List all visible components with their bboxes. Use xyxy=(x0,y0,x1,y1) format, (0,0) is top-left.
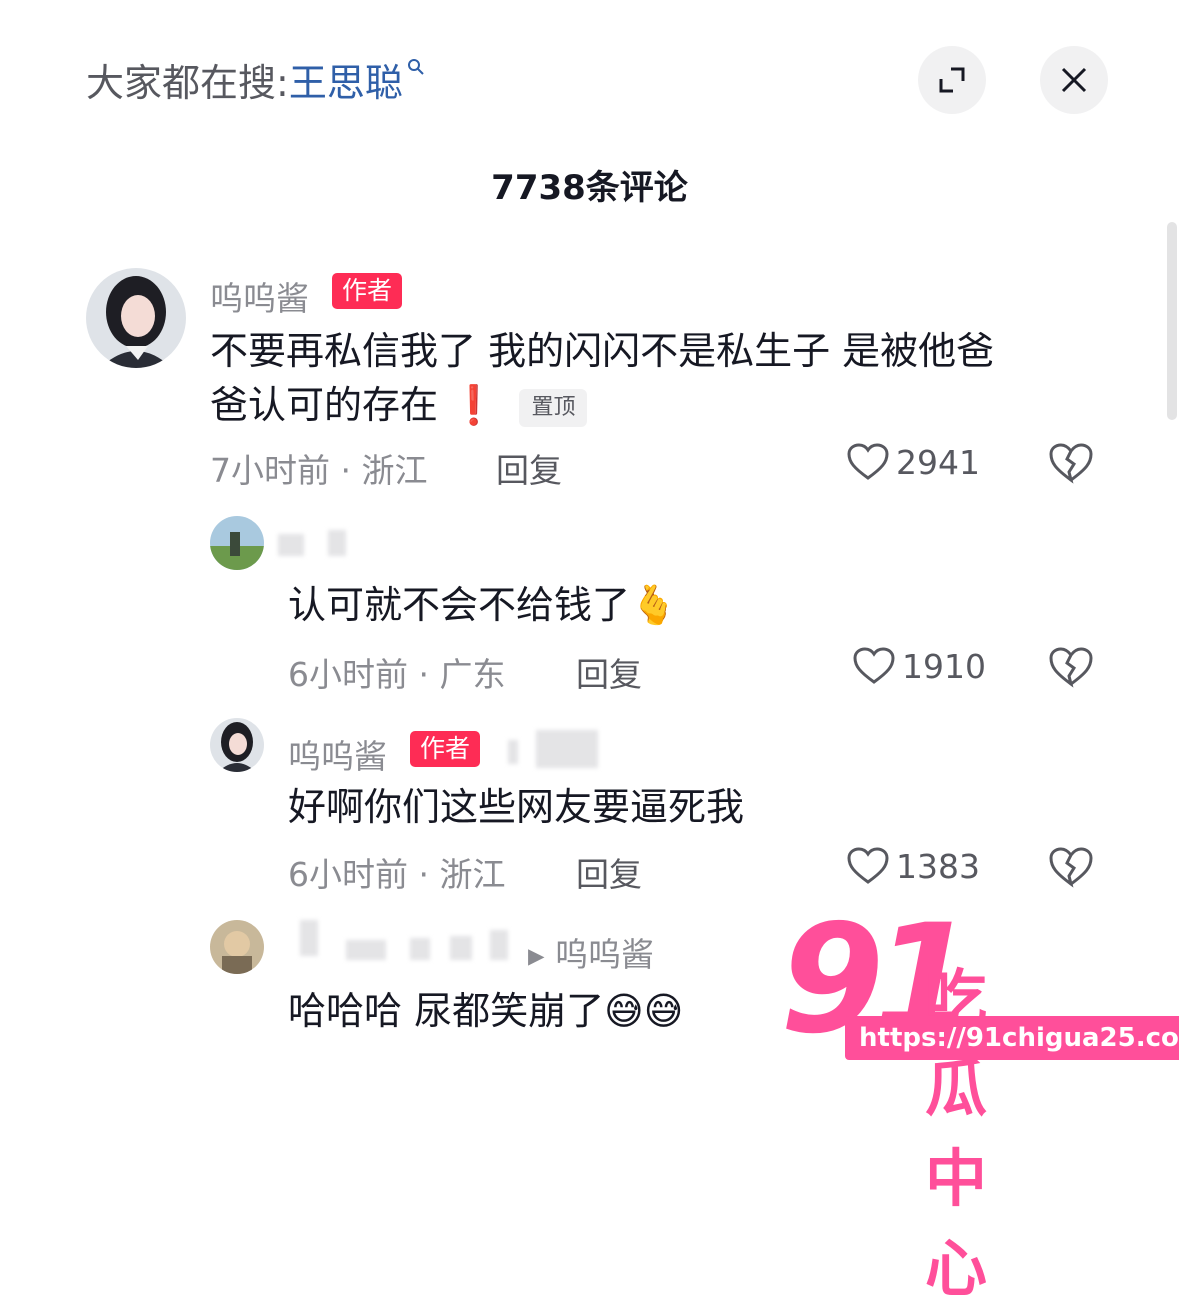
like-count: 1383 xyxy=(896,846,980,886)
redacted-username xyxy=(450,936,472,960)
watermark-url: https://91chigua25.com xyxy=(845,1016,1179,1060)
redacted-username xyxy=(490,930,508,960)
redacted-username xyxy=(278,534,304,556)
broken-heart-icon xyxy=(1049,647,1093,688)
dislike-button[interactable] xyxy=(1048,846,1094,892)
avatar[interactable] xyxy=(86,268,186,368)
emoji: 🫰 xyxy=(630,583,678,627)
reply-button[interactable]: 回复 xyxy=(576,848,642,896)
comment-text-content: 认可就不会不给钱了 xyxy=(288,583,631,627)
like-count: 2941 xyxy=(896,442,980,482)
watermark-name: 吃瓜中心 xyxy=(925,962,990,1305)
trending-search-term[interactable]: 王思聪 xyxy=(289,61,403,105)
reply-button[interactable]: 回复 xyxy=(576,648,642,696)
username[interactable]: 呜呜酱 xyxy=(210,272,309,320)
dislike-button[interactable] xyxy=(1048,646,1094,692)
comment-text-line: 不要再私信我了 我的闪闪不是私生子 是被他爸 xyxy=(210,329,995,373)
pinned-badge: 置顶 xyxy=(519,388,588,427)
dislike-button[interactable] xyxy=(1048,442,1094,488)
close-button[interactable] xyxy=(1040,46,1108,114)
author-badge: 作者 xyxy=(410,731,481,767)
emoji: 😅😅 xyxy=(604,989,684,1033)
redacted-username xyxy=(346,940,386,960)
trending-search[interactable]: 大家都在搜:王思聪 xyxy=(86,52,425,107)
redacted-username xyxy=(300,920,318,956)
like-button[interactable]: 2941 xyxy=(846,442,980,482)
broken-heart-icon xyxy=(1049,847,1093,888)
broken-heart-icon xyxy=(1049,443,1093,484)
like-button[interactable]: 1910 xyxy=(852,646,986,686)
close-icon xyxy=(1061,67,1087,93)
comment-text: 不要再私信我了 我的闪闪不是私生子 是被他爸 爸认可的存在 ❗ 置顶 xyxy=(210,324,1110,432)
trending-search-prefix: 大家都在搜: xyxy=(86,61,289,105)
scrollbar[interactable] xyxy=(1167,222,1177,420)
like-button[interactable]: 1383 xyxy=(846,846,980,886)
comment-text: 哈哈哈 尿都笑崩了😅😅 xyxy=(288,984,683,1038)
search-icon xyxy=(407,59,424,75)
like-count: 1910 xyxy=(902,646,986,686)
comment-count: 7738条评论 xyxy=(491,168,688,208)
comment-text-content: 哈哈哈 尿都笑崩了 xyxy=(288,989,605,1033)
comment-meta: 6小时前 · 浙江 xyxy=(288,855,506,894)
reply-button[interactable]: 回复 xyxy=(496,444,562,492)
comment-text-line-2: 爸认可的存在 xyxy=(210,383,439,427)
redacted-username xyxy=(410,938,430,960)
comment-panel-header: 大家都在搜:王思聪 7738条评论 xyxy=(0,0,1179,220)
emoji: ❗ xyxy=(450,383,498,427)
author-badge: 作者 xyxy=(332,273,403,309)
heart-icon xyxy=(847,847,889,884)
avatar[interactable] xyxy=(210,920,264,974)
redacted-username xyxy=(328,530,346,556)
avatar[interactable] xyxy=(210,516,264,570)
comment-text: 好啊你们这些网友要逼死我 xyxy=(288,785,745,829)
comment-text: 认可就不会不给钱了🫰 xyxy=(288,578,677,632)
comment-meta: 6小时前 · 广东 xyxy=(288,655,506,694)
heart-icon xyxy=(847,443,889,480)
expand-icon xyxy=(939,67,965,93)
comment-meta: 7小时前 · 浙江 xyxy=(210,451,428,490)
comment-text-line: 爸认可的存在 ❗ 置顶 xyxy=(210,378,1110,432)
reply-to-username[interactable]: ▸ 呜呜酱 xyxy=(528,928,654,976)
redacted-username xyxy=(536,730,598,768)
redacted-username xyxy=(508,740,518,764)
expand-button[interactable] xyxy=(918,46,986,114)
username[interactable]: 呜呜酱 xyxy=(288,730,387,778)
avatar[interactable] xyxy=(210,718,264,772)
heart-icon xyxy=(853,647,895,684)
